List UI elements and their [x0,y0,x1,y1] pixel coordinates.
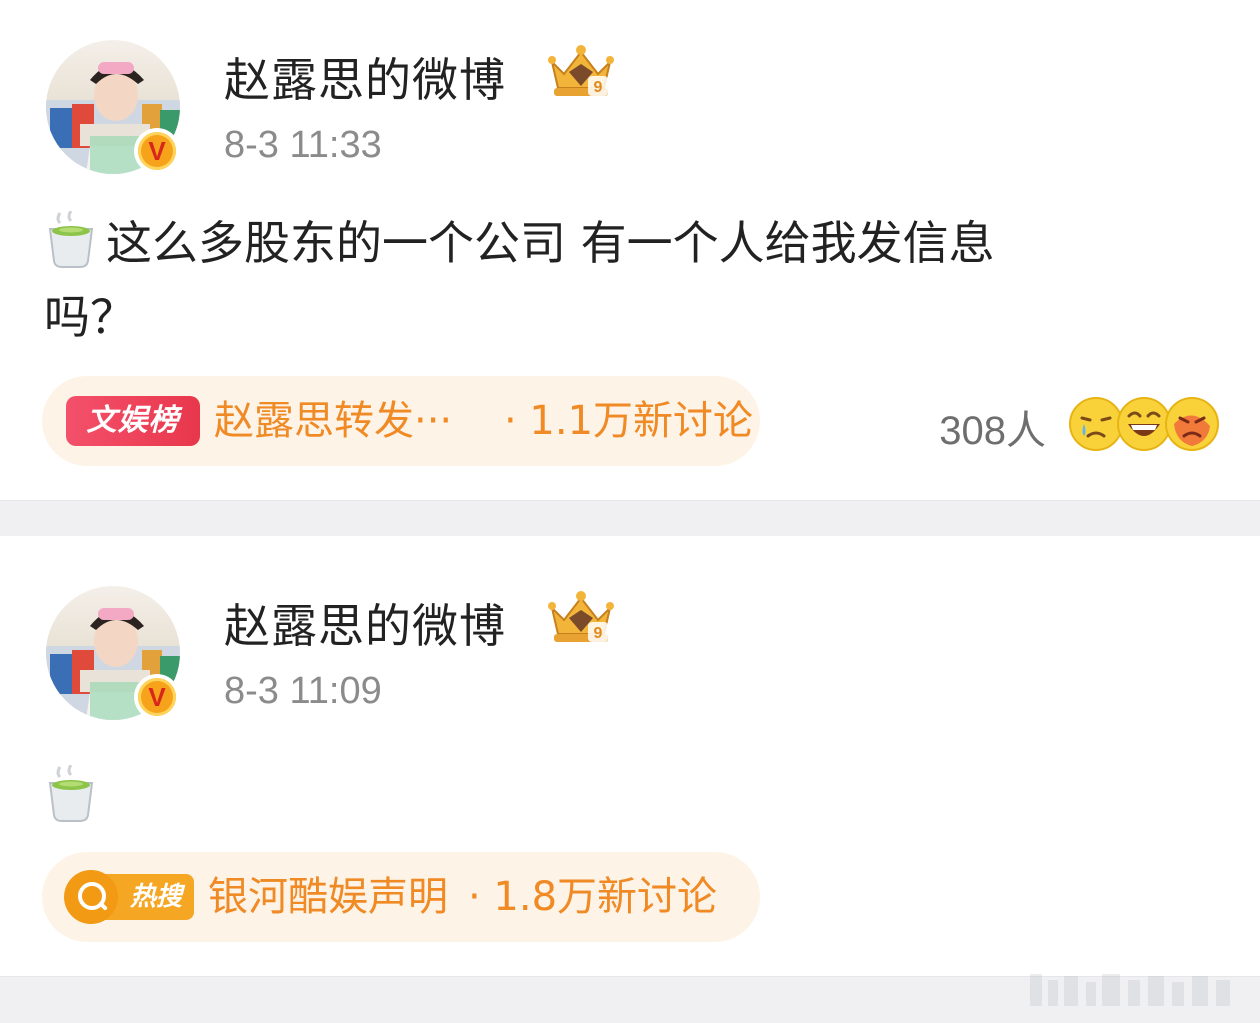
topic-title[interactable]: 赵露思转发··· [214,376,452,466]
topic-title[interactable]: 银河酷娱声明 [208,852,448,942]
topic-stats: · 1.8万新讨论 [468,874,718,920]
content-line-1: 这么多股东的一个公司 有一个人给我发信息 [106,216,995,270]
topic-pill[interactable]: 文娱榜 赵露思转发··· · 1.1万新讨论 [42,376,760,466]
crown-level-icon: 9 [548,45,614,96]
svg-text:9: 9 [594,625,603,642]
verified-badge-icon: V [134,128,180,174]
hot-search-tag: 热搜 [64,870,194,924]
username[interactable]: 赵露思的微博 [224,44,506,110]
angry-emoji-icon [1165,397,1219,451]
verified-badge-icon: V [134,674,180,720]
wenyu-rank-tag: 文娱榜 [66,396,200,446]
reactions-count[interactable]: 308人 [939,398,1046,456]
weibo-post-1[interactable]: V 赵露思的微博 9 8-3 11:33 这么多股东的一个公司 有一个人给我发信… [0,0,1260,500]
crown-level-icon: 9 [548,591,614,642]
content-line-2: 吗？ [44,290,136,344]
username[interactable]: 赵露思的微博 [224,590,506,656]
topic-pill[interactable]: 热搜 银河酷娱声明 · 1.8万新讨论 [42,852,760,942]
post-timestamp[interactable]: 8-3 11:33 [224,124,382,167]
post-content: 这么多股东的一个公司 有一个人给我发信息 吗？ [44,206,1224,354]
tea-emoji-icon [48,211,94,268]
post-content [44,760,1224,834]
weibo-post-2[interactable]: V 赵露思的微博 9 8-3 11:09 热搜 银河酷娱声明 · 1.8万新讨论 [0,536,1260,976]
post-timestamp[interactable]: 8-3 11:09 [224,670,382,713]
watermark-logo-icon [1030,974,1230,1006]
svg-text:9: 9 [594,79,603,96]
post-separator [0,500,1260,536]
reaction-emojis[interactable] [1068,396,1219,452]
topic-stats: · 1.1万新讨论 [504,398,754,444]
tea-emoji-icon [48,765,94,822]
search-icon [64,870,118,924]
